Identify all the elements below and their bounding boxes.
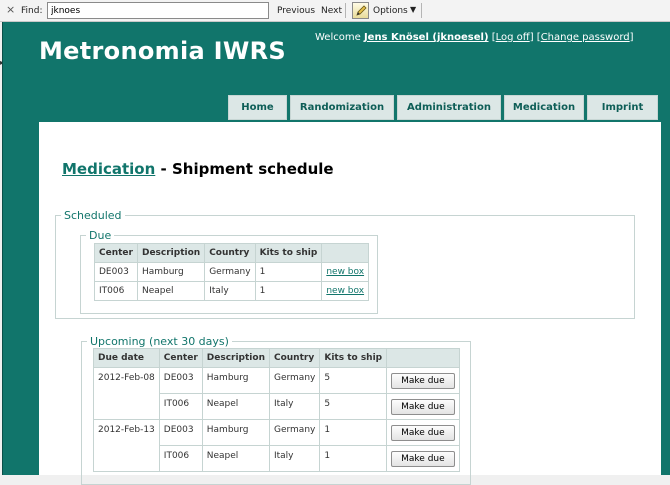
table-row: DE003 Hamburg Germany 1 new box bbox=[94, 262, 370, 282]
find-input[interactable] bbox=[47, 2, 269, 19]
description-cell: Neapel bbox=[201, 445, 270, 472]
toolbar-divider bbox=[345, 3, 346, 18]
bracket-close: ] bbox=[629, 32, 634, 43]
highlight-pencil-icon[interactable] bbox=[352, 2, 369, 19]
description-cell: Hamburg bbox=[201, 419, 270, 446]
make-due-button[interactable]: Make due bbox=[391, 372, 455, 389]
description-cell: Hamburg bbox=[201, 367, 270, 394]
column-header: Description bbox=[201, 348, 270, 368]
find-bar: × Find: Previous Next Options ▼ bbox=[0, 0, 670, 22]
country-cell: Italy bbox=[268, 445, 321, 472]
column-header bbox=[386, 348, 460, 368]
upcoming-table: Due date Center Description Country Kits… bbox=[93, 348, 460, 472]
kits-cell: 1 bbox=[319, 445, 388, 472]
nav-tab-medication[interactable]: Medication bbox=[504, 95, 584, 120]
find-options-button[interactable]: Options bbox=[373, 6, 408, 16]
action-cell: Make due bbox=[386, 393, 460, 420]
bracket-close: ] bbox=[529, 32, 534, 43]
toolbar-divider bbox=[421, 3, 422, 18]
table-row: 2012-Feb-13 DE003 Hamburg Germany 1 Make… bbox=[93, 419, 460, 446]
kits-cell: 1 bbox=[319, 419, 388, 446]
app-title: Metronomia IWRS bbox=[39, 37, 286, 65]
content-panel: Medication - Shipment schedule Scheduled… bbox=[39, 122, 661, 485]
due-table: Center Description Country Kits to ship … bbox=[94, 243, 370, 301]
action-cell: Make due bbox=[386, 445, 460, 472]
kits-cell: 5 bbox=[319, 367, 388, 394]
center-cell: DE003 bbox=[158, 419, 203, 446]
column-header: Center bbox=[158, 348, 203, 368]
change-password-link[interactable]: Change password bbox=[541, 32, 630, 43]
country-cell: Germany bbox=[204, 262, 256, 282]
column-header: Kits to ship bbox=[254, 243, 323, 263]
action-cell: Make due bbox=[386, 419, 460, 446]
find-previous-button[interactable]: Previous bbox=[277, 6, 315, 16]
due-date-cell bbox=[93, 445, 160, 472]
table-row: IT006 Neapel Italy 1 new box bbox=[94, 281, 370, 301]
page-title: Medication - Shipment schedule bbox=[62, 160, 334, 178]
page-title-text: Shipment schedule bbox=[171, 160, 334, 178]
new-box-link[interactable]: new box bbox=[326, 286, 364, 296]
due-date-cell bbox=[93, 393, 160, 420]
table-header-row: Center Description Country Kits to ship bbox=[94, 243, 370, 263]
country-cell: Germany bbox=[268, 419, 321, 446]
due-legend: Due bbox=[89, 229, 112, 242]
kits-cell: 1 bbox=[254, 262, 323, 282]
new-box-link[interactable]: new box bbox=[326, 267, 364, 277]
logoff-link[interactable]: Log off bbox=[496, 32, 530, 43]
description-cell: Neapel bbox=[136, 281, 206, 301]
scheduled-legend: Scheduled bbox=[64, 209, 122, 222]
column-header: Center bbox=[94, 243, 138, 263]
center-cell: IT006 bbox=[158, 393, 203, 420]
user-bar: Welcome Jens Knösel (jknoesel) [Log off]… bbox=[315, 32, 634, 43]
make-due-button[interactable]: Make due bbox=[391, 424, 455, 441]
country-cell: Italy bbox=[268, 393, 321, 420]
description-cell: Hamburg bbox=[136, 262, 206, 282]
description-cell: Neapel bbox=[201, 393, 270, 420]
table-row: 2012-Feb-08 DE003 Hamburg Germany 5 Make… bbox=[93, 367, 460, 394]
due-date-cell: 2012-Feb-08 bbox=[93, 367, 160, 394]
title-separator: - bbox=[155, 160, 172, 178]
kits-cell: 5 bbox=[319, 393, 388, 420]
center-cell: DE003 bbox=[158, 367, 203, 394]
nav-tab-randomization[interactable]: Randomization bbox=[290, 95, 394, 120]
center-cell: DE003 bbox=[94, 262, 138, 282]
table-row: IT006 Neapel Italy 5 Make due bbox=[93, 393, 460, 420]
country-cell: Germany bbox=[268, 367, 321, 394]
column-header: Country bbox=[268, 348, 321, 368]
due-date-cell: 2012-Feb-13 bbox=[93, 419, 160, 446]
user-link[interactable]: Jens Knösel (jknoesel) bbox=[364, 32, 489, 43]
make-due-button[interactable]: Make due bbox=[391, 450, 455, 467]
make-due-button[interactable]: Make due bbox=[391, 398, 455, 415]
action-cell: new box bbox=[321, 281, 370, 301]
breadcrumb-medication-link[interactable]: Medication bbox=[62, 160, 155, 178]
action-cell: new box bbox=[321, 262, 370, 282]
center-cell: IT006 bbox=[158, 445, 203, 472]
app-window: Metronomia IWRS Welcome Jens Knösel (jkn… bbox=[2, 22, 670, 485]
center-cell: IT006 bbox=[94, 281, 138, 301]
column-header: Kits to ship bbox=[319, 348, 388, 368]
nav-tab-imprint[interactable]: Imprint bbox=[587, 95, 658, 120]
find-next-button[interactable]: Next bbox=[321, 6, 342, 16]
table-header-row: Due date Center Description Country Kits… bbox=[93, 348, 460, 368]
chevron-down-icon[interactable]: ▼ bbox=[410, 5, 416, 14]
table-row: IT006 Neapel Italy 1 Make due bbox=[93, 445, 460, 472]
action-cell: Make due bbox=[386, 367, 460, 394]
find-label: Find: bbox=[21, 6, 43, 16]
column-header: Due date bbox=[93, 348, 160, 368]
kits-cell: 1 bbox=[254, 281, 323, 301]
nav-tab-administration[interactable]: Administration bbox=[397, 95, 501, 120]
nav-tab-home[interactable]: Home bbox=[228, 95, 287, 120]
country-cell: Italy bbox=[204, 281, 256, 301]
column-header: Country bbox=[204, 243, 256, 263]
welcome-text: Welcome bbox=[315, 32, 361, 43]
column-header bbox=[321, 243, 370, 263]
column-header: Description bbox=[136, 243, 206, 263]
upcoming-legend: Upcoming (next 30 days) bbox=[90, 335, 229, 348]
close-find-icon[interactable]: × bbox=[6, 4, 15, 16]
